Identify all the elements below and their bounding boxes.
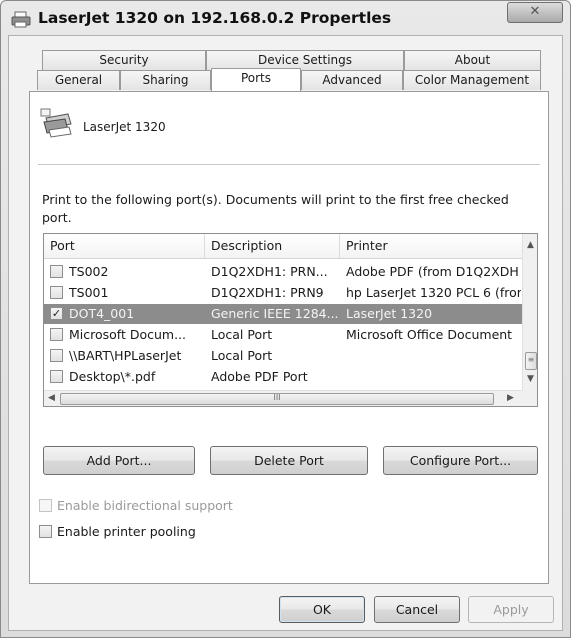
printer-icon bbox=[40, 108, 72, 138]
tab-label: General bbox=[54, 73, 103, 87]
checkbox-label: Enable bidirectional support bbox=[57, 498, 233, 513]
tab-sharing[interactable]: Sharing bbox=[120, 70, 211, 90]
tab-label: Device Settings bbox=[257, 53, 353, 67]
port-checkbox[interactable] bbox=[50, 286, 63, 299]
printer-cell: LaserJet 1320 bbox=[346, 306, 433, 321]
vertical-scroll-thumb[interactable]: ≡ bbox=[525, 352, 537, 370]
close-icon: ✕ bbox=[529, 4, 541, 19]
port-instructions: Print to the following port(s). Document… bbox=[42, 192, 509, 225]
printer-cell: Microsoft Office Document bbox=[346, 327, 513, 342]
separator bbox=[38, 164, 540, 165]
table-row[interactable]: TS002 D1Q2XDH1: PRN... Adobe PDF (from D1Q… bbox=[44, 262, 522, 282]
horizontal-scroll-thumb[interactable]: III bbox=[60, 393, 494, 405]
tab-label: About bbox=[454, 53, 491, 67]
printer-cell: Adobe PDF (from D1Q2XDH bbox=[346, 264, 519, 279]
column-header-description[interactable]: Description bbox=[205, 234, 340, 258]
port-list-header: Port Description Printer bbox=[44, 234, 522, 259]
tab-general[interactable]: General bbox=[37, 70, 120, 90]
checkbox-label: Enable printer pooling bbox=[57, 524, 196, 539]
port-checkbox[interactable] bbox=[50, 265, 63, 278]
delete-port-button[interactable]: Delete Port bbox=[210, 446, 368, 475]
ok-button[interactable]: OK bbox=[279, 596, 365, 623]
checkbox[interactable] bbox=[39, 499, 52, 512]
port-list[interactable]: Port Description Printer TS002 D1Q2XDH1: … bbox=[43, 233, 538, 407]
table-row[interactable]: Desktop\*.pdf Adobe PDF Port bbox=[44, 367, 522, 387]
printer-cell bbox=[346, 369, 521, 385]
printer-icon bbox=[11, 11, 31, 28]
port-cell: Desktop\*.pdf bbox=[69, 369, 156, 384]
horizontal-scrollbar[interactable]: ◀ III ▶ bbox=[44, 390, 522, 406]
tab-ports[interactable]: Ports bbox=[211, 68, 301, 91]
port-cell: Microsoft Docum... bbox=[69, 327, 187, 342]
grip-icon: ≡ bbox=[527, 355, 535, 364]
description-cell: D1Q2XDH1: PRN9 bbox=[211, 285, 324, 300]
tab-about[interactable]: About bbox=[404, 50, 541, 70]
apply-button[interactable]: Apply bbox=[468, 596, 554, 623]
tab-label: Sharing bbox=[142, 73, 189, 87]
description-cell: D1Q2XDH1: PRN... bbox=[211, 264, 328, 279]
table-row[interactable]: TS001 D1Q2XDH1: PRN9 hp LaserJet 1320 PCL … bbox=[44, 283, 522, 303]
checkbox[interactable] bbox=[39, 525, 52, 538]
table-row[interactable]: ✓ DOT4_001 Generic IEEE 1284... LaserJet 13… bbox=[44, 304, 522, 324]
grip-icon: III bbox=[273, 393, 281, 402]
scrollbar-corner bbox=[522, 390, 537, 406]
configure-port-button[interactable]: Configure Port... bbox=[383, 446, 538, 475]
printer-cell bbox=[346, 348, 521, 364]
ports-tab-page: LaserJet 1320 Print to the following por… bbox=[29, 91, 549, 584]
title-bar[interactable]: LaserJet 1320 on 192.168.0.2 Propertles … bbox=[1, 1, 570, 37]
scroll-down-icon[interactable]: ▼ bbox=[527, 374, 534, 384]
port-cell: DOT4_001 bbox=[69, 306, 135, 321]
description-cell: Local Port bbox=[211, 348, 273, 363]
printer-name: LaserJet 1320 bbox=[83, 120, 166, 134]
scroll-left-icon[interactable]: ◀ bbox=[48, 393, 55, 403]
port-checkbox[interactable] bbox=[50, 328, 63, 341]
tab-label: Advanced bbox=[322, 73, 382, 87]
table-row[interactable]: Microsoft Docum... Local Port Microsoft Of… bbox=[44, 325, 522, 345]
port-checkbox[interactable] bbox=[50, 349, 63, 362]
port-cell: TS001 bbox=[69, 285, 109, 300]
table-row[interactable]: \\BART\HPLaserJet Local Port bbox=[44, 346, 522, 366]
scroll-right-icon[interactable]: ▶ bbox=[507, 393, 514, 403]
column-header-printer[interactable]: Printer bbox=[340, 234, 522, 258]
column-header-port[interactable]: Port bbox=[44, 234, 205, 258]
port-cell: TS002 bbox=[69, 264, 109, 279]
printer-cell: hp LaserJet 1320 PCL 6 (fror bbox=[346, 285, 521, 300]
description-cell: Generic IEEE 1284... bbox=[211, 306, 339, 321]
port-cell: \\BART\HPLaserJet bbox=[69, 348, 182, 363]
tab-device-settings[interactable]: Device Settings bbox=[206, 50, 404, 70]
tab-color-management[interactable]: Color Management bbox=[403, 70, 541, 90]
port-checkbox[interactable]: ✓ bbox=[50, 307, 63, 320]
tab-advanced[interactable]: Advanced bbox=[301, 70, 403, 90]
cancel-button[interactable]: Cancel bbox=[374, 596, 460, 623]
tab-label: Security bbox=[99, 53, 149, 67]
port-checkbox[interactable] bbox=[50, 370, 63, 383]
vertical-scrollbar[interactable]: ▲ ≡ ▼ bbox=[522, 234, 537, 390]
description-cell: Adobe PDF Port bbox=[211, 369, 308, 384]
description-cell: Local Port bbox=[211, 327, 273, 342]
add-port-button[interactable]: Add Port... bbox=[43, 446, 195, 475]
tab-label: Ports bbox=[240, 71, 272, 85]
tab-label: Color Management bbox=[414, 73, 530, 87]
tab-security[interactable]: Security bbox=[42, 50, 206, 70]
close-button[interactable]: ✕ bbox=[507, 2, 563, 23]
window-title: LaserJet 1320 on 192.168.0.2 Propertles bbox=[38, 9, 392, 27]
scroll-up-icon[interactable]: ▲ bbox=[527, 240, 534, 250]
